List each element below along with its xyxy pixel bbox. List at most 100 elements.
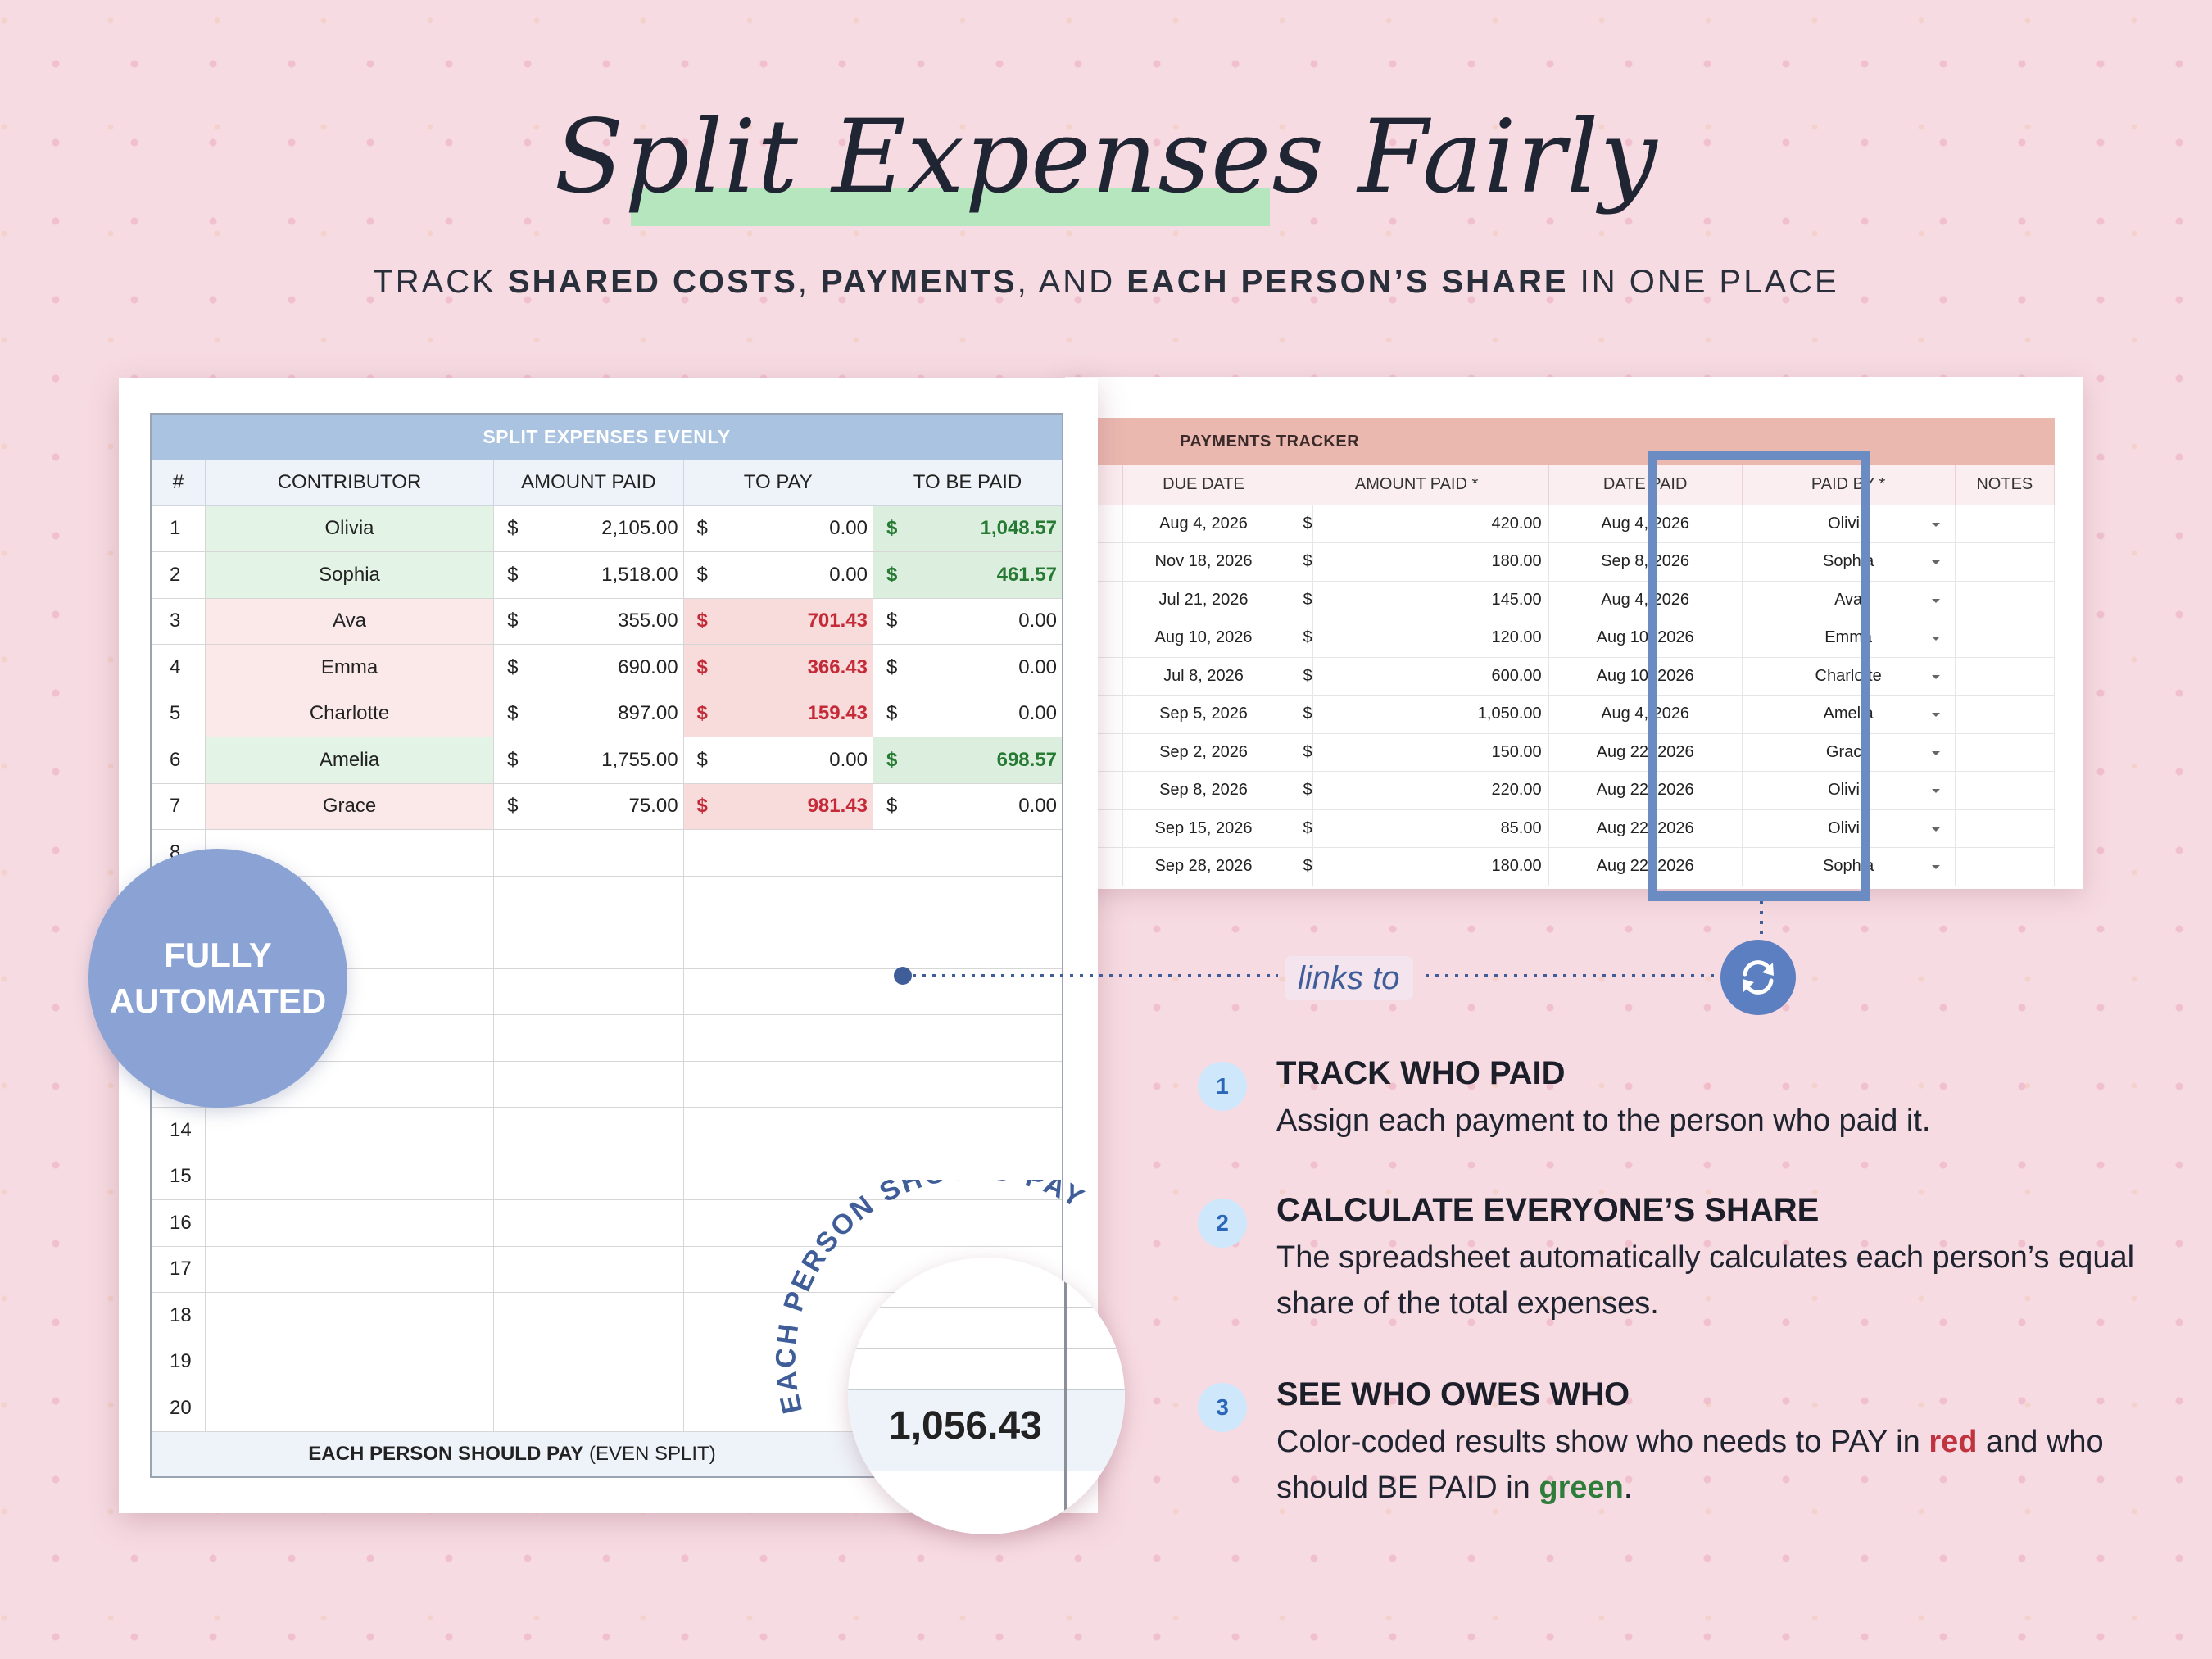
notes-cell[interactable] [1955,695,2056,734]
notes-cell[interactable] [1955,505,2056,543]
amount-paid-cell[interactable]: 897.00 [526,690,684,737]
notes-cell[interactable] [1955,847,2056,886]
to-be-paid-cell[interactable]: 0.00 [905,690,1063,737]
to-be-paid-cell[interactable]: 0.00 [905,782,1063,830]
amount-paid-cell[interactable]: 75.00 [526,782,684,830]
due-date-cell[interactable]: Nov 18, 2026 [1122,542,1285,582]
amount-paid-cell[interactable] [526,1060,684,1108]
to-be-paid-cell[interactable]: 698.57 [905,737,1063,784]
amount-paid-cell[interactable] [526,1199,684,1247]
contributor-cell[interactable]: Charlotte [204,690,495,737]
contributor-cell[interactable]: Ava [204,597,495,645]
contributor-cell[interactable]: Olivia [204,505,495,552]
amount-cell[interactable]: 600.00 [1312,657,1549,696]
amount-cell[interactable]: 1,050.00 [1312,695,1549,734]
col-header-amount-paid[interactable]: AMOUNT PAID [493,459,684,506]
contributor-cell[interactable]: Grace [204,782,495,830]
to-be-paid-cell[interactable]: 0.00 [905,597,1063,645]
contributor-cell[interactable] [204,1385,495,1432]
to-pay-cell[interactable]: 159.43 [716,690,873,737]
amount-paid-cell[interactable]: 690.00 [526,644,684,691]
notes-cell[interactable] [1955,733,2056,772]
amount-paid-cell[interactable]: 1,755.00 [526,737,684,784]
contributor-cell[interactable] [204,1153,495,1200]
due-date-cell[interactable]: Sep 2, 2026 [1122,733,1285,772]
col-header-amount-paid[interactable]: AMOUNT PAID * [1285,465,1549,505]
col-header-to-pay[interactable]: TO PAY [682,459,873,506]
col-header-to-be-paid[interactable]: TO BE PAID [872,459,1063,506]
contributor-cell[interactable] [204,1199,495,1247]
to-be-paid-cell[interactable] [905,875,1063,922]
to-pay-cell[interactable] [716,1107,873,1154]
amount-cell[interactable]: 180.00 [1312,542,1549,582]
notes-cell[interactable] [1955,581,2056,619]
amount-cell[interactable]: 180.00 [1312,847,1549,886]
to-pay-cell[interactable]: 0.00 [716,737,873,784]
due-date-cell[interactable]: Sep 15, 2026 [1122,809,1285,848]
contributor-cell[interactable]: Emma [204,644,495,691]
to-pay-cell[interactable]: 0.00 [716,551,873,599]
amount-cell[interactable]: 220.00 [1312,771,1549,810]
notes-cell[interactable] [1955,619,2056,658]
to-be-paid-cell[interactable]: 0.00 [905,644,1063,691]
to-pay-cell[interactable] [716,1014,873,1062]
notes-cell[interactable] [1955,809,2056,848]
amount-cell[interactable]: 150.00 [1312,733,1549,772]
amount-paid-cell[interactable]: 1,518.00 [526,551,684,599]
to-pay-cell[interactable]: 366.43 [716,644,873,691]
amount-cell[interactable]: 420.00 [1312,505,1549,543]
amount-paid-cell[interactable] [526,1014,684,1062]
due-date-cell[interactable]: Jul 8, 2026 [1122,657,1285,696]
to-be-paid-cell[interactable]: 1,048.57 [905,505,1063,552]
col-header-contributor[interactable]: CONTRIBUTOR [204,459,495,506]
contributor-cell[interactable] [204,1338,495,1385]
amount-paid-cell[interactable]: 355.00 [526,597,684,645]
notes-cell[interactable] [1955,657,2056,696]
amount-paid-cell[interactable] [526,1338,684,1385]
due-date-cell[interactable]: Sep 5, 2026 [1122,695,1285,734]
amount-cell[interactable]: 145.00 [1312,581,1549,619]
feature-description: Color-coded results show who needs to PA… [1276,1425,2104,1505]
col-header-notes[interactable]: NOTES [1955,465,2056,505]
to-pay-cell[interactable]: 701.43 [716,597,873,645]
amount-cell[interactable]: 120.00 [1312,619,1549,658]
due-date-cell[interactable]: Aug 4, 2026 [1122,505,1285,543]
amount-paid-cell[interactable] [526,829,684,877]
to-pay-cell[interactable] [716,875,873,922]
to-pay-cell[interactable] [716,922,873,969]
contributor-cell[interactable]: Sophia [204,551,495,599]
due-date-cell[interactable]: Sep 28, 2026 [1122,847,1285,886]
contributor-cell[interactable]: Amelia [204,737,495,784]
amount-paid-cell[interactable] [526,1385,684,1432]
col-header-number[interactable]: # [150,459,206,506]
notes-cell[interactable] [1955,542,2056,582]
to-pay-cell[interactable] [716,829,873,877]
contributor-cell[interactable] [204,1245,495,1293]
due-date-cell[interactable]: Aug 10, 2026 [1122,619,1285,658]
amount-paid-cell[interactable] [526,922,684,969]
notes-cell[interactable] [1955,771,2056,810]
to-pay-cell[interactable] [716,968,873,1015]
col-header-due-date[interactable]: DUE DATE [1122,465,1285,505]
amount-paid-cell[interactable] [526,1153,684,1200]
row-number: 7 [150,782,206,830]
due-date-cell[interactable]: Jul 21, 2026 [1122,581,1285,619]
amount-paid-cell[interactable]: 2,105.00 [526,505,684,552]
to-be-paid-cell[interactable]: 461.57 [905,551,1063,599]
amount-paid-cell[interactable] [526,968,684,1015]
to-be-paid-cell[interactable] [905,1107,1063,1154]
to-pay-cell[interactable] [716,1060,873,1108]
currency-cell: $ [682,551,717,599]
contributor-cell[interactable] [204,1107,495,1154]
amount-paid-cell[interactable] [526,1245,684,1293]
to-be-paid-cell[interactable] [905,1060,1063,1108]
amount-paid-cell[interactable] [526,875,684,922]
amount-cell[interactable]: 85.00 [1312,809,1549,848]
due-date-cell[interactable]: Sep 8, 2026 [1122,771,1285,810]
amount-paid-cell[interactable] [526,1107,684,1154]
to-pay-cell[interactable]: 981.43 [716,782,873,830]
to-be-paid-cell[interactable] [905,829,1063,877]
amount-paid-cell[interactable] [526,1292,684,1339]
to-pay-cell[interactable]: 0.00 [716,505,873,552]
contributor-cell[interactable] [204,1292,495,1339]
